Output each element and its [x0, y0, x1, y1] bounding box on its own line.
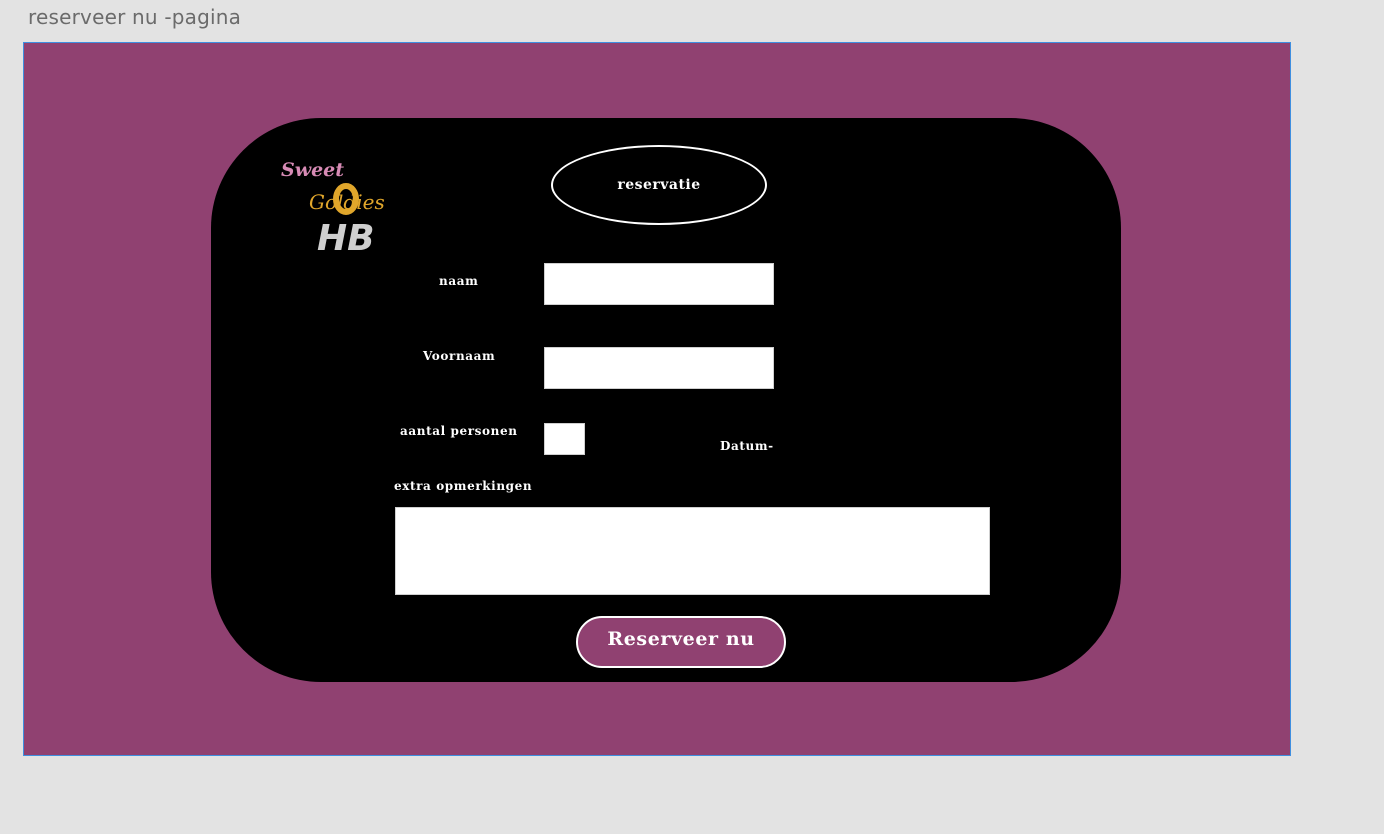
voornaam-label: Voornaam: [423, 349, 496, 363]
extra-opmerkingen-label: extra opmerkingen: [394, 479, 533, 493]
artboard-frame[interactable]: Sweet Goldies HB reservatie naam Voornaa…: [23, 42, 1291, 756]
reserveer-nu-button[interactable]: Reserveer nu: [576, 616, 786, 668]
extra-opmerkingen-textarea[interactable]: [395, 507, 990, 595]
reservation-title-badge: reservatie: [551, 145, 767, 225]
aantal-personen-input[interactable]: [544, 423, 585, 455]
datum-label: Datum-: [720, 439, 774, 453]
reserveer-nu-label: Reserveer nu: [607, 628, 755, 650]
page-title: reservatie: [617, 177, 701, 193]
logo-monogram-text: HB: [317, 218, 375, 259]
sweet-goldies-logo: Sweet Goldies HB: [281, 159, 385, 259]
logo-goldies-text: Goldies: [309, 190, 385, 214]
aantal-personen-label: aantal personen: [400, 424, 518, 438]
naam-input[interactable]: [544, 263, 774, 305]
reservation-card: Sweet Goldies HB reservatie naam Voornaa…: [211, 118, 1121, 682]
logo-sweet-text: Sweet: [281, 159, 344, 181]
naam-label: naam: [439, 274, 479, 288]
artboard-title[interactable]: reserveer nu -pagina: [28, 5, 241, 29]
voornaam-input[interactable]: [544, 347, 774, 389]
